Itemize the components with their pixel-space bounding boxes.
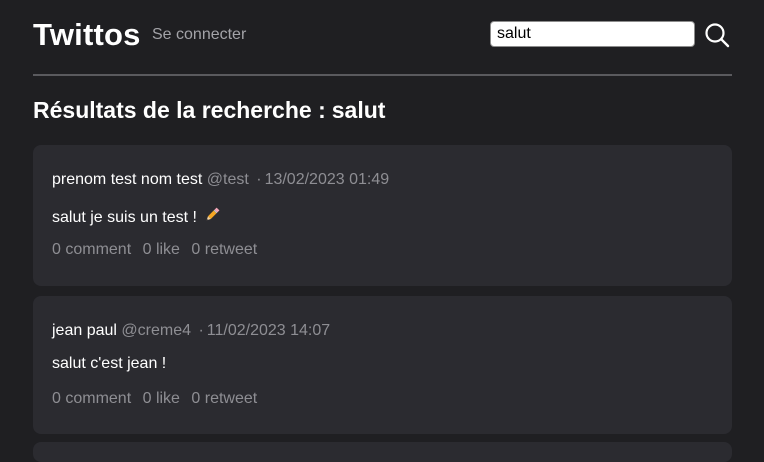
post-card[interactable]: prenom test nom test @test · 13/02/2023 0… bbox=[33, 145, 732, 286]
post-text: salut je suis un test ! bbox=[52, 206, 221, 229]
post-date: 11/02/2023 14:07 bbox=[206, 322, 331, 339]
brand-logo[interactable]: Twittos bbox=[33, 17, 141, 53]
post-author[interactable]: prenom test nom test bbox=[52, 171, 202, 188]
pencil-icon bbox=[203, 206, 221, 229]
post-author[interactable]: jean paul bbox=[52, 322, 117, 339]
post-date: 13/02/2023 01:49 bbox=[264, 171, 390, 188]
post-card-partial bbox=[33, 442, 732, 462]
post-meta: prenom test nom test @test · 13/02/2023 0… bbox=[52, 171, 389, 189]
post-text-content: salut je suis un test ! bbox=[52, 209, 197, 226]
comment-count[interactable]: 0 comment bbox=[52, 241, 131, 258]
post-stats: 0 comment 0 like 0 retweet bbox=[52, 241, 264, 259]
like-count[interactable]: 0 like bbox=[143, 241, 180, 258]
results-title: Résultats de la recherche : salut bbox=[33, 97, 385, 124]
search-icon bbox=[705, 23, 730, 48]
meta-separator: · bbox=[198, 322, 204, 339]
post-card[interactable]: jean paul @creme4 · 11/02/2023 14:07 salu… bbox=[33, 296, 732, 434]
top-bar: Twittos Se connecter bbox=[33, 0, 732, 76]
login-link[interactable]: Se connecter bbox=[152, 26, 246, 44]
meta-separator: · bbox=[256, 171, 262, 188]
like-count[interactable]: 0 like bbox=[143, 390, 180, 407]
header-divider bbox=[33, 74, 732, 76]
post-meta: jean paul @creme4 · 11/02/2023 14:07 bbox=[52, 322, 330, 340]
results-query: salut bbox=[331, 97, 386, 123]
retweet-count[interactable]: 0 retweet bbox=[191, 241, 257, 258]
search-button[interactable] bbox=[704, 22, 730, 48]
retweet-count[interactable]: 0 retweet bbox=[191, 390, 257, 407]
comment-count[interactable]: 0 comment bbox=[52, 390, 131, 407]
post-handle[interactable]: @creme4 bbox=[121, 322, 191, 339]
results-title-prefix: Résultats de la recherche : bbox=[33, 97, 326, 123]
post-stats: 0 comment 0 like 0 retweet bbox=[52, 390, 264, 408]
post-text: salut c'est jean ! bbox=[52, 355, 167, 372]
post-handle[interactable]: @test bbox=[207, 171, 249, 188]
search-input[interactable] bbox=[490, 21, 695, 47]
